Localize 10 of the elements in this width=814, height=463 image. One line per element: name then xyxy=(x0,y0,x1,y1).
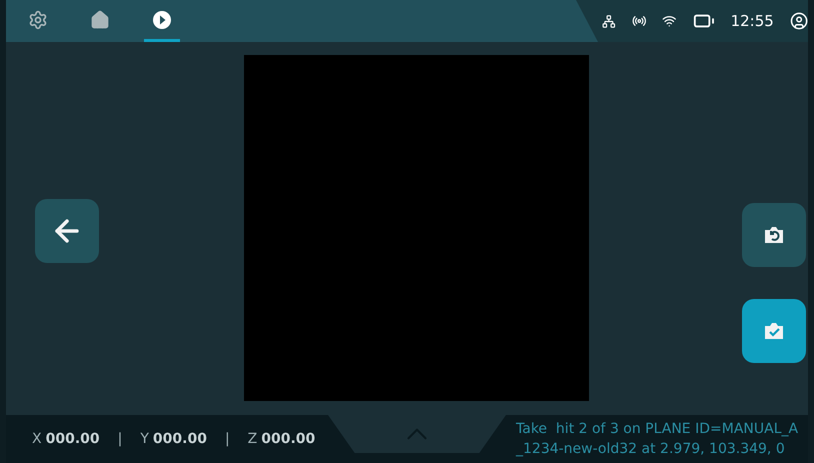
axis-label: Y xyxy=(140,430,149,448)
status-message: Take hit 2 of 3 on PLANE ID=MANUAL_A_1234-new-old32 at 2.979, 103.349, 0 xyxy=(516,420,800,459)
clock: 12:55 xyxy=(730,10,774,32)
coordinate-value: 000.00 xyxy=(261,430,316,448)
axis-label: X xyxy=(32,430,42,448)
separator: | xyxy=(224,430,230,448)
axis-label: Z xyxy=(248,430,258,448)
coordinate-value: 000.00 xyxy=(46,430,100,448)
separator: | xyxy=(118,430,122,448)
coordinate-value: 000.00 xyxy=(152,430,207,448)
